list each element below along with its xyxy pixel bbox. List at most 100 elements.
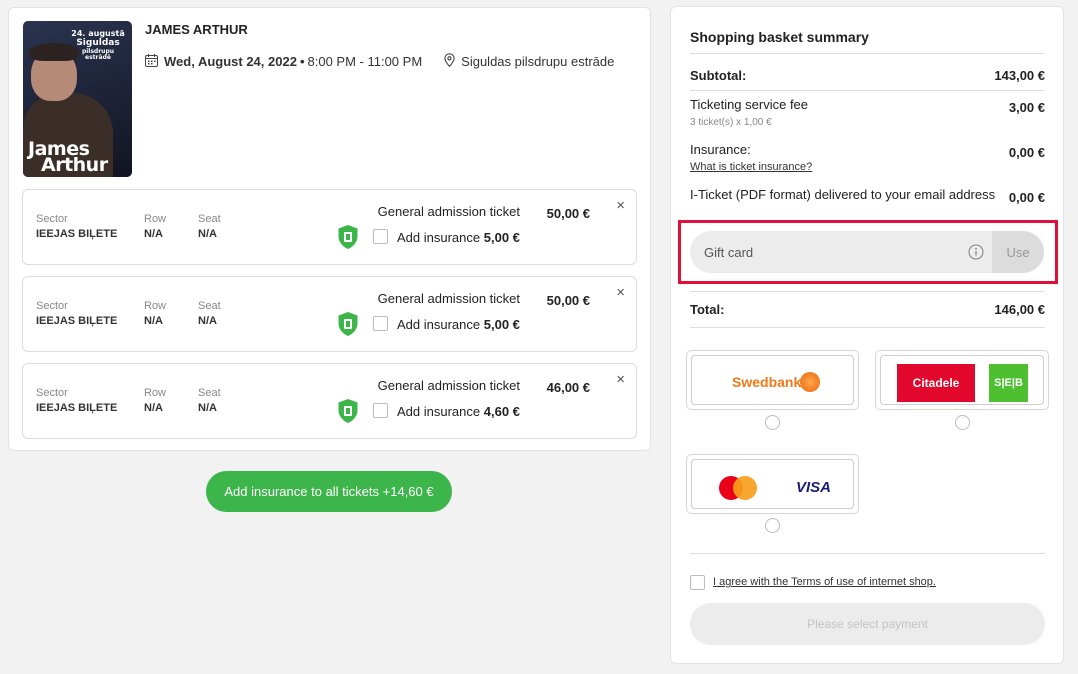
sector-label: Sector [36,300,68,312]
delivery-row: I-Ticket (PDF format) delivered to your … [690,187,1045,205]
poster-artist-last: Arthur [41,154,108,176]
row-value: N/A [144,228,163,240]
divider [690,327,1045,328]
citadele-logo: Citadele [897,364,975,402]
event-title: JAMES ARTHUR [145,22,248,37]
add-insurance-label[interactable]: Add insurance 4,60 € [397,404,520,419]
add-insurance-checkbox[interactable] [373,229,388,244]
ticket-row-number: Row N/A [144,387,166,414]
ticket-row-number: Row N/A [144,300,166,327]
select-payment-button[interactable]: Please select payment [690,603,1045,645]
gift-card-use-button[interactable]: Use [992,231,1044,273]
terms-link[interactable]: I agree with the Terms of use of interne… [713,576,936,588]
ticket-price: 50,00 € [546,206,590,221]
location-pin-icon [444,53,455,70]
ticket-row: Sector IEEJAS BIĻETE Row N/A Seat N/A Gener… [22,363,637,439]
seat-label: Seat [198,387,221,399]
ticket-sector: Sector IEEJAS BIĻETE [36,300,117,327]
row-value: N/A [144,402,163,414]
payment-radio-citadele-seb[interactable] [955,415,970,430]
seat-value: N/A [198,228,217,240]
subtotal-value: 143,00 € [994,68,1045,83]
ticket-seat: Seat N/A [198,300,221,327]
insurance-label-text: Add insurance [397,317,481,332]
insurance-price: 5,00 € [483,317,520,332]
subtotal-row: Subtotal: 143,00 € [690,68,1045,83]
ticket-sector: Sector IEEJAS BIĻETE [36,213,117,240]
fee-detail: 3 ticket(s) x 1,00 € [690,117,772,128]
fee-label: Ticketing service fee [690,97,809,112]
ticket-type: General admission ticket [377,378,520,393]
ticket-price: 46,00 € [546,380,590,395]
payment-option-frame: Citadele S|E|B [880,355,1044,405]
ticket-sector: Sector IEEJAS BIĻETE [36,387,117,414]
insurance-label-text: Add insurance [397,404,481,419]
payment-option-card[interactable]: VISA [686,454,859,514]
fee-value: 3,00 € [1008,100,1045,115]
insurance-label-text: Add insurance [397,230,481,245]
delivery-label: I-Ticket (PDF format) delivered to your … [690,187,996,202]
payment-radio-swedbank[interactable] [765,415,780,430]
event-time: 8:00 PM - 11:00 PM [307,54,423,69]
payment-radio-card[interactable] [765,518,780,533]
insurance-shield-icon [337,311,359,342]
event-date-separator: • [299,54,305,69]
terms-checkbox[interactable] [690,575,705,590]
remove-ticket-close-icon[interactable]: × [616,372,625,387]
gift-card-input[interactable] [690,231,990,273]
insurance-summary-value: 0,00 € [1008,145,1045,160]
payment-option-citadele-seb[interactable]: Citadele S|E|B [875,350,1049,410]
poster-text: 24. augustā Siguldas pilsdrupu estrādē [70,29,126,62]
insurance-price: 5,00 € [483,230,520,245]
ticket-type: General admission ticket [377,204,520,219]
event-meta: Wed, August 24, 2022 • 8:00 PM - 11:00 P… [145,53,614,70]
divider [690,90,1045,91]
insurance-summary-label: Insurance: [690,142,751,157]
gift-card-field: Use [690,231,1044,273]
insurance-price: 4,60 € [483,404,520,419]
event-poster: 24. augustā Siguldas pilsdrupu estrādē J… [23,21,132,177]
ticket-seat: Seat N/A [198,213,221,240]
total-row: Total: 146,00 € [690,302,1045,317]
add-insurance-label[interactable]: Add insurance 5,00 € [397,230,520,245]
divider [690,553,1045,554]
poster-place: Siguldas [76,38,120,49]
add-insurance-label[interactable]: Add insurance 5,00 € [397,317,520,332]
poster-place-sub: pilsdrupu estrādē [81,47,115,62]
seat-value: N/A [198,315,217,327]
ticket-type: General admission ticket [377,291,520,306]
summary-title: Shopping basket summary [690,29,869,45]
payment-option-swedbank[interactable]: Swedbank [686,350,859,410]
remove-ticket-close-icon[interactable]: × [616,198,625,213]
sector-value: IEEJAS BIĻETE [36,228,118,240]
delivery-value: 0,00 € [1008,190,1045,205]
sector-label: Sector [36,387,68,399]
insurance-shield-icon [337,398,359,429]
add-insurance-all-button[interactable]: Add insurance to all tickets +14,60 € [206,471,452,512]
ticket-row-number: Row N/A [144,213,166,240]
payment-option-frame: VISA [691,459,854,509]
remove-ticket-close-icon[interactable]: × [616,285,625,300]
seb-logo: S|E|B [989,364,1028,402]
row-label: Row [144,213,167,225]
seat-label: Seat [198,213,221,225]
event-card: 24. augustā Siguldas pilsdrupu estrādē J… [8,7,651,451]
mastercard-icon [733,476,757,500]
basket-summary-card: Shopping basket summary Subtotal: 143,00… [670,6,1064,664]
insurance-row: Insurance: 0,00 € [690,142,1045,160]
seat-label: Seat [198,300,221,312]
row-label: Row [144,300,167,312]
ticket-seat: Seat N/A [198,387,221,414]
insurance-info-link[interactable]: What is ticket insurance? [690,161,812,173]
add-insurance-checkbox[interactable] [373,316,388,331]
sector-value: IEEJAS BIĻETE [36,402,118,414]
sector-value: IEEJAS BIĻETE [36,315,118,327]
payment-option-frame: Swedbank [691,355,854,405]
divider [690,53,1045,54]
subtotal-label: Subtotal: [690,68,747,83]
event-date: Wed, August 24, 2022 [164,54,297,69]
row-value: N/A [144,315,163,327]
info-icon[interactable] [968,244,984,265]
divider [690,291,1045,292]
add-insurance-checkbox[interactable] [373,403,388,418]
